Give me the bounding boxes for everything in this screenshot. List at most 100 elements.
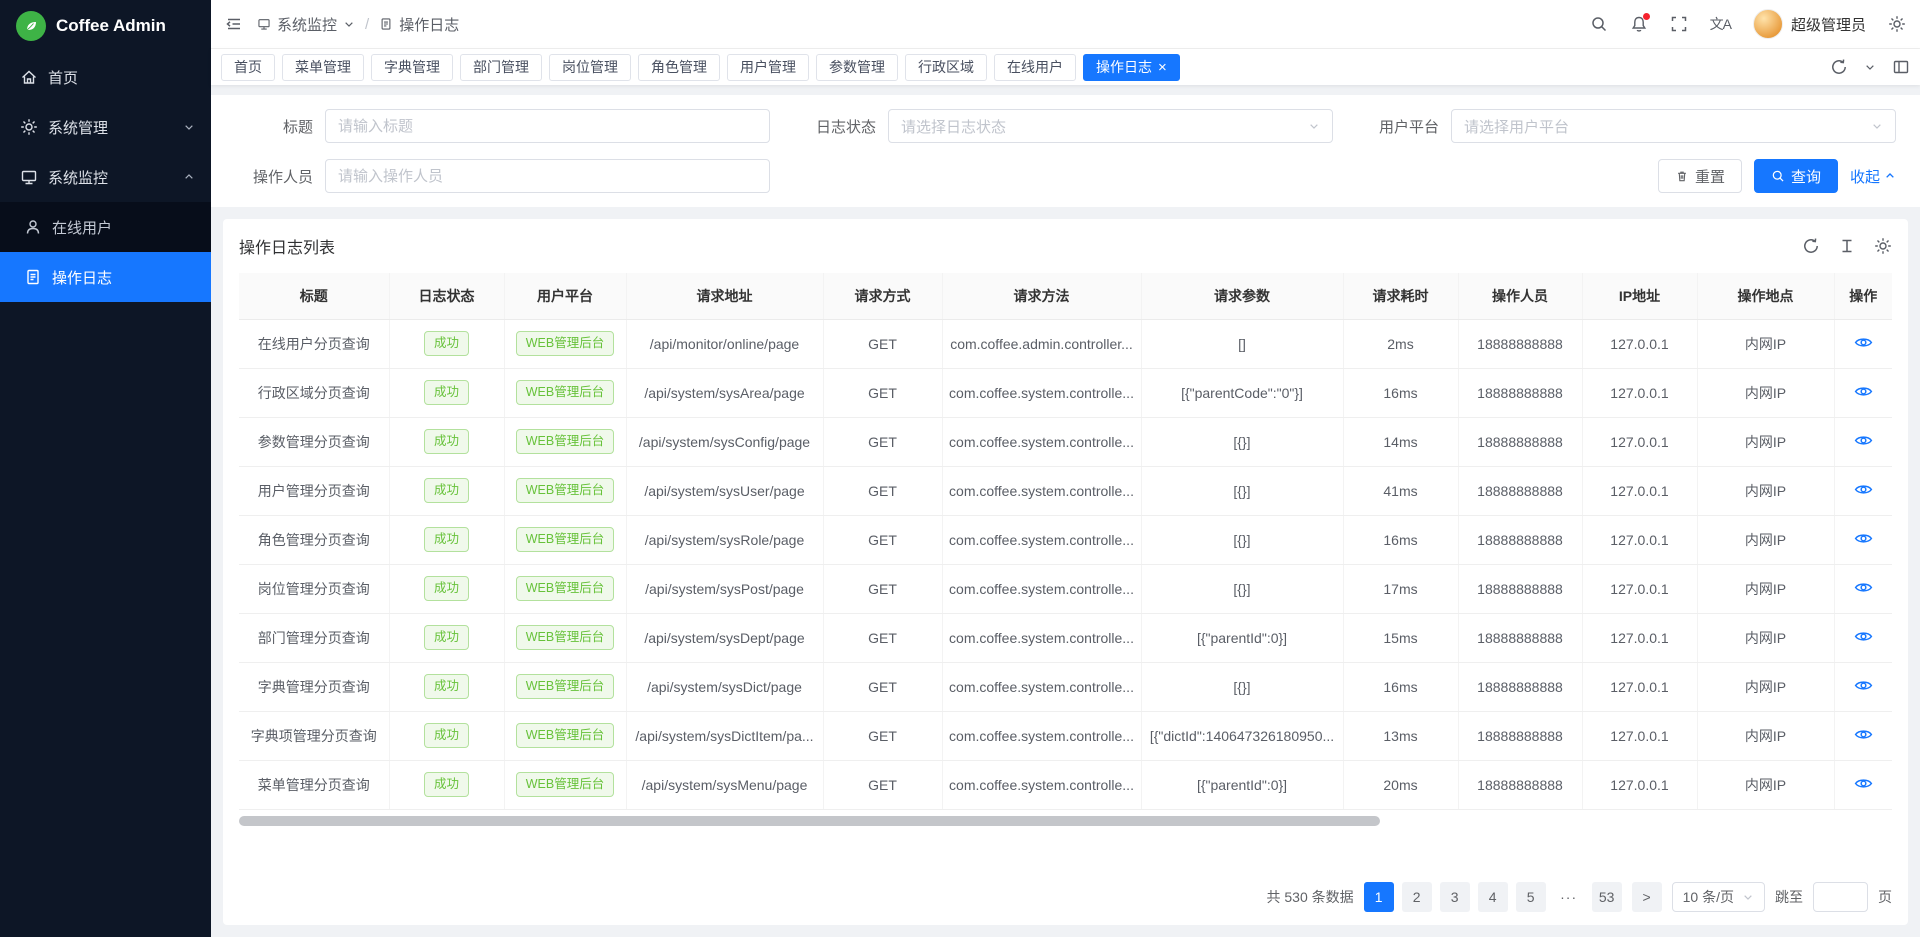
filter-spacer	[798, 159, 1333, 193]
tab-用户管理[interactable]: 用户管理	[727, 54, 809, 81]
tab-首页[interactable]: 首页	[221, 54, 275, 81]
platform-filter-select[interactable]: 请选择用户平台	[1451, 109, 1896, 143]
title-filter-input[interactable]	[338, 110, 757, 142]
view-detail-eye-icon[interactable]	[1854, 627, 1873, 646]
user-menu[interactable]: 超级管理员	[1753, 9, 1866, 39]
tab-label: 用户管理	[740, 57, 796, 77]
avatar[interactable]	[1753, 9, 1783, 39]
breadcrumb-level1[interactable]: 系统监控	[277, 14, 337, 35]
layout-icon[interactable]	[1892, 58, 1910, 76]
cell-ip: 127.0.0.1	[1582, 711, 1697, 760]
column-header: 请求耗时	[1343, 273, 1458, 319]
column-header: 用户平台	[504, 273, 626, 319]
sidebar-collapse-icon[interactable]	[225, 15, 243, 33]
tab-close-icon[interactable]: ×	[1158, 60, 1167, 75]
page-button-3[interactable]: 3	[1440, 882, 1470, 912]
tab-label: 菜单管理	[295, 57, 351, 77]
page-button-1[interactable]: 1	[1364, 882, 1394, 912]
sidebar-item-system-monitor[interactable]: 系统监控	[0, 152, 211, 202]
card-header: 操作日志列表	[223, 219, 1908, 273]
cell-action	[1834, 613, 1892, 662]
cell-action	[1834, 466, 1892, 515]
tab-行政区域[interactable]: 行政区域	[905, 54, 987, 81]
notification-bell-icon[interactable]	[1630, 15, 1648, 33]
tab-岗位管理[interactable]: 岗位管理	[549, 54, 631, 81]
cell-method: GET	[823, 319, 942, 368]
chevron-down-icon[interactable]	[1864, 61, 1876, 73]
cell-handler: com.coffee.system.controlle...	[942, 613, 1141, 662]
tab-在线用户[interactable]: 在线用户	[994, 54, 1076, 81]
log-icon	[379, 17, 393, 31]
logo: Coffee Admin	[0, 0, 211, 52]
sidebar-item-online-users[interactable]: 在线用户	[0, 202, 211, 252]
tab-角色管理[interactable]: 角色管理	[638, 54, 720, 81]
view-detail-eye-icon[interactable]	[1854, 333, 1873, 352]
cell-operator: 18888888888	[1458, 760, 1582, 809]
cell-handler: com.coffee.system.controlle...	[942, 466, 1141, 515]
next-page-button[interactable]: >	[1632, 882, 1662, 912]
cell-status: 成功	[389, 319, 504, 368]
column-settings-gear-icon[interactable]	[1874, 237, 1892, 255]
view-detail-eye-icon[interactable]	[1854, 431, 1873, 450]
coffee-logo-icon	[16, 11, 46, 41]
tab-部门管理[interactable]: 部门管理	[460, 54, 542, 81]
column-header: 日志状态	[389, 273, 504, 319]
search-icon[interactable]	[1590, 15, 1608, 33]
view-detail-eye-icon[interactable]	[1854, 676, 1873, 695]
tab-字典管理[interactable]: 字典管理	[371, 54, 453, 81]
fullscreen-icon[interactable]	[1670, 15, 1688, 33]
sidebar-item-label: 首页	[48, 67, 78, 88]
cell-title: 角色管理分页查询	[239, 515, 389, 564]
cell-duration: 15ms	[1343, 613, 1458, 662]
cell-ip: 127.0.0.1	[1582, 760, 1697, 809]
tab-操作日志[interactable]: 操作日志 ×	[1083, 54, 1180, 81]
sidebar-item-system-management[interactable]: 系统管理	[0, 102, 211, 152]
cell-location: 内网IP	[1697, 662, 1834, 711]
cell-duration: 2ms	[1343, 319, 1458, 368]
cell-action	[1834, 564, 1892, 613]
scrollbar-thumb[interactable]	[239, 816, 1380, 826]
sidebar-item-home[interactable]: 首页	[0, 52, 211, 102]
page-size-select[interactable]: 10 条/页	[1672, 882, 1765, 912]
page-button-5[interactable]: 5	[1516, 882, 1546, 912]
translate-icon[interactable]: 文A	[1710, 14, 1731, 34]
density-icon[interactable]	[1838, 237, 1856, 255]
view-detail-eye-icon[interactable]	[1854, 382, 1873, 401]
tab-参数管理[interactable]: 参数管理	[816, 54, 898, 81]
cell-ip: 127.0.0.1	[1582, 564, 1697, 613]
refresh-icon[interactable]	[1830, 58, 1848, 76]
cell-platform: WEB管理后台	[504, 711, 626, 760]
view-detail-eye-icon[interactable]	[1854, 480, 1873, 499]
log-list-card: 操作日志列表 标题日志状态用户平台请求地址请求方式请	[223, 219, 1908, 925]
search-button[interactable]: 查询	[1754, 159, 1838, 193]
status-filter-select[interactable]: 请选择日志状态	[888, 109, 1333, 143]
refresh-icon[interactable]	[1802, 237, 1820, 255]
cell-method: GET	[823, 417, 942, 466]
view-detail-eye-icon[interactable]	[1854, 578, 1873, 597]
page-button-53[interactable]: 53	[1592, 882, 1622, 912]
view-detail-eye-icon[interactable]	[1854, 725, 1873, 744]
jump-page-input[interactable]	[1813, 882, 1868, 912]
cell-status: 成功	[389, 760, 504, 809]
settings-gear-icon[interactable]	[1888, 15, 1906, 33]
collapse-filter-link[interactable]: 收起	[1850, 166, 1896, 187]
status-badge: 成功	[424, 576, 469, 601]
cell-params: [{"parentId":0}]	[1141, 760, 1343, 809]
sidebar-item-operation-log[interactable]: 操作日志	[0, 252, 211, 302]
reset-button[interactable]: 重置	[1658, 159, 1742, 193]
tab-菜单管理[interactable]: 菜单管理	[282, 54, 364, 81]
horizontal-scrollbar	[239, 816, 1892, 826]
cell-params: [{"parentCode":"0"}]	[1141, 368, 1343, 417]
operator-filter-input[interactable]	[338, 160, 757, 192]
cell-title: 字典管理分页查询	[239, 662, 389, 711]
tab-label: 操作日志	[1096, 57, 1152, 77]
top-header: 系统监控 / 操作日志 文A 超级管理员	[211, 0, 1920, 49]
page-button-2[interactable]: 2	[1402, 882, 1432, 912]
view-detail-eye-icon[interactable]	[1854, 529, 1873, 548]
cell-duration: 41ms	[1343, 466, 1458, 515]
page-button-4[interactable]: 4	[1478, 882, 1508, 912]
cell-platform: WEB管理后台	[504, 319, 626, 368]
cell-status: 成功	[389, 515, 504, 564]
table-row: 部门管理分页查询成功WEB管理后台/api/system/sysDept/pag…	[239, 613, 1892, 662]
view-detail-eye-icon[interactable]	[1854, 774, 1873, 793]
